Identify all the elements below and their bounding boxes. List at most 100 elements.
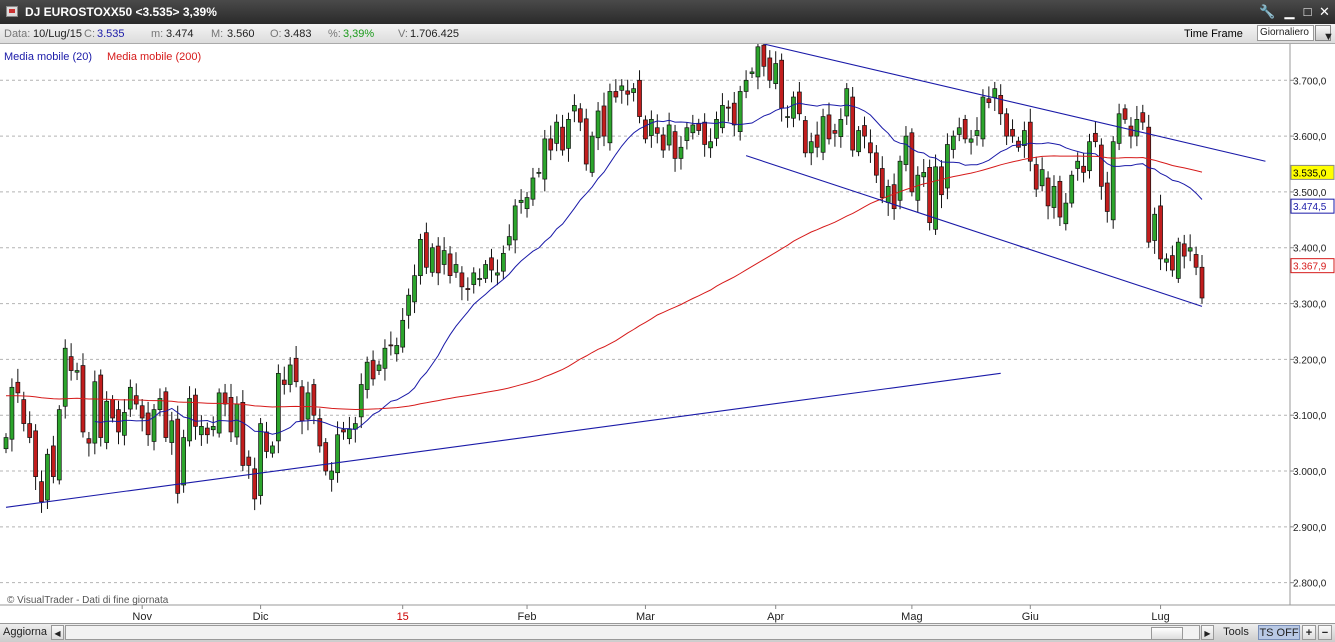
candle-up (495, 272, 500, 276)
candle-up (506, 236, 512, 246)
close-button[interactable]: ✕ (1316, 3, 1333, 20)
candle-up (329, 470, 334, 480)
scroll-left-button[interactable]: ◀ (51, 625, 64, 640)
value-tag-label: 3.535,0 (1293, 168, 1327, 179)
candle-up (530, 177, 536, 200)
candle-down (459, 272, 465, 288)
candle-down (731, 102, 737, 126)
close-value: 3.535 (97, 28, 125, 40)
candle-up (3, 437, 9, 450)
y-tick-label: 3.400,0 (1293, 244, 1327, 255)
candle-up (980, 96, 986, 140)
date-label: Data: (4, 28, 31, 40)
candle-up (471, 272, 477, 285)
candle-up (649, 119, 654, 136)
tools-button[interactable]: Tools (1217, 625, 1255, 640)
candle-up (483, 264, 488, 279)
candle-up (305, 392, 311, 420)
candle-down (548, 138, 554, 151)
candle-down (435, 245, 441, 274)
window-titlebar: DJ EUROSTOXX50 <3.535> 3,39% 🔧 ▁ □ ✕ (0, 0, 1335, 24)
candle-up (406, 294, 411, 316)
price-chart[interactable]: 3.700,0 3.600,0 3.500,0 3.400,0 3.300,0 3.200… (0, 44, 1335, 623)
candle-up (708, 141, 713, 149)
zoom-in-button[interactable]: + (1302, 625, 1316, 640)
candle-up (169, 420, 175, 443)
horizontal-scrollbar-track[interactable] (65, 625, 1200, 640)
candle-up (536, 172, 542, 174)
candle-up (631, 88, 636, 93)
candle-up (45, 453, 50, 501)
candle-up (1051, 185, 1057, 208)
candle-down (86, 438, 92, 444)
percent-value: 3,39% (343, 28, 375, 40)
candle-down (246, 456, 252, 466)
candle-down (139, 405, 145, 419)
candle-up (412, 275, 417, 303)
bottom-toolbar: Aggiorna ◀ ▶ Tools TS OFF + − (0, 623, 1335, 642)
candle-down (1146, 126, 1152, 243)
minimize-button[interactable]: ▁ (1281, 3, 1298, 20)
candle-down (868, 142, 873, 154)
candle-up (1152, 213, 1157, 241)
maximize-button[interactable]: □ (1299, 3, 1316, 20)
candle-down (814, 134, 820, 148)
candle-down (696, 122, 702, 131)
candle-down (1027, 121, 1033, 162)
candle-down (625, 90, 631, 95)
candle-up (453, 264, 459, 273)
candle-up (554, 121, 559, 144)
candle-up (743, 79, 749, 92)
ts-toggle-button[interactable]: TS OFF (1258, 625, 1300, 640)
candle-down (560, 126, 565, 151)
scrollbar-thumb[interactable] (1151, 627, 1183, 640)
candle-down (583, 118, 589, 165)
candle-up (9, 386, 15, 440)
watermark: © VisualTrader - Dati di fine giornata (7, 595, 169, 606)
candle-up (838, 119, 844, 138)
candle-down (163, 391, 169, 438)
candle-up (844, 88, 850, 117)
candle-up (950, 135, 956, 150)
y-tick-label: 3.100,0 (1293, 411, 1327, 422)
scroll-right-button[interactable]: ▶ (1201, 625, 1214, 640)
candle-down (240, 402, 246, 466)
candle-down (68, 356, 74, 371)
candle-up (181, 437, 186, 486)
candle-up (915, 174, 921, 201)
x-tick-label: Nov (132, 611, 152, 623)
candle-down (222, 392, 228, 405)
y-tick-label: 3.200,0 (1293, 355, 1327, 366)
y-tick-label: 3.600,0 (1293, 132, 1327, 143)
candle-down (145, 412, 151, 436)
timeframe-dropdown-button[interactable]: ▼ (1315, 25, 1334, 43)
high-value: 3.560 (227, 28, 255, 40)
chevron-left-icon: ◀ (54, 629, 61, 638)
candle-down (447, 253, 453, 277)
candle-down (1122, 108, 1128, 120)
candle-down (39, 481, 44, 503)
candle-down (1016, 140, 1021, 148)
candle-up (382, 347, 388, 369)
candle-down (204, 427, 210, 436)
refresh-button[interactable]: Aggiorna (3, 625, 48, 640)
chevron-right-icon: ▶ (1204, 629, 1211, 638)
x-tick-label: Giu (1022, 611, 1039, 623)
candle-up (429, 247, 435, 273)
candle-down (98, 374, 104, 438)
high-label: M: (211, 28, 224, 40)
candle-up (897, 160, 903, 201)
candle-up (992, 88, 998, 98)
zoom-out-button[interactable]: − (1318, 625, 1332, 640)
candle-down (1199, 266, 1205, 299)
candle-up (690, 124, 696, 134)
candle-up (737, 91, 743, 132)
y-tick-label: 2.800,0 (1293, 579, 1327, 590)
candle-down (1004, 113, 1009, 137)
candle-down (116, 409, 121, 433)
candle-up (749, 71, 755, 74)
volume-label: V: (398, 28, 408, 40)
window-title: DJ EUROSTOXX50 <3.535> 3,39% (25, 5, 217, 19)
timeframe-select[interactable]: Giornaliero (1257, 25, 1314, 41)
settings-icon[interactable]: 🔧 (1259, 3, 1276, 20)
